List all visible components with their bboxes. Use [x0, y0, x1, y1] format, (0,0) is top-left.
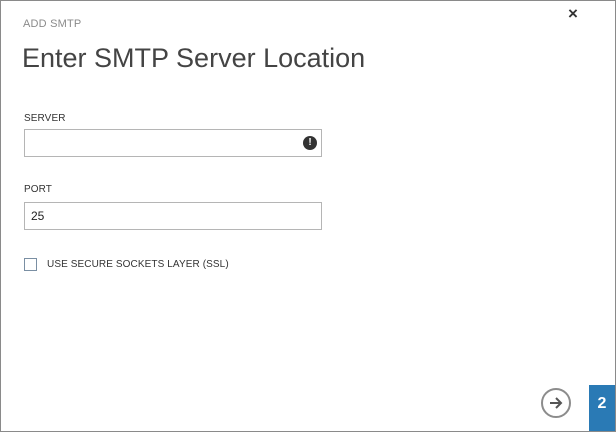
- arrow-right-icon: [550, 397, 563, 409]
- wizard-step-bar: 2: [589, 1, 615, 431]
- ssl-option[interactable]: USE SECURE SOCKETS LAYER (SSL): [24, 256, 229, 272]
- server-label: SERVER: [24, 113, 66, 124]
- ssl-label: USE SECURE SOCKETS LAYER (SSL): [47, 258, 229, 270]
- error-icon: !: [303, 136, 317, 150]
- server-input[interactable]: [24, 129, 322, 157]
- port-input[interactable]: [24, 202, 322, 230]
- ssl-checkbox[interactable]: [24, 257, 37, 271]
- dialog-content: ADD SMTP Enter SMTP Server Location × SE…: [1, 1, 588, 431]
- next-button[interactable]: [541, 388, 571, 418]
- port-label: PORT: [24, 184, 52, 195]
- close-button[interactable]: ×: [564, 5, 582, 23]
- dialog-subtitle: ADD SMTP: [23, 18, 82, 30]
- page-title: Enter SMTP Server Location: [22, 43, 366, 73]
- add-smtp-dialog: ADD SMTP Enter SMTP Server Location × SE…: [0, 0, 616, 432]
- step-number: 2: [597, 395, 607, 412]
